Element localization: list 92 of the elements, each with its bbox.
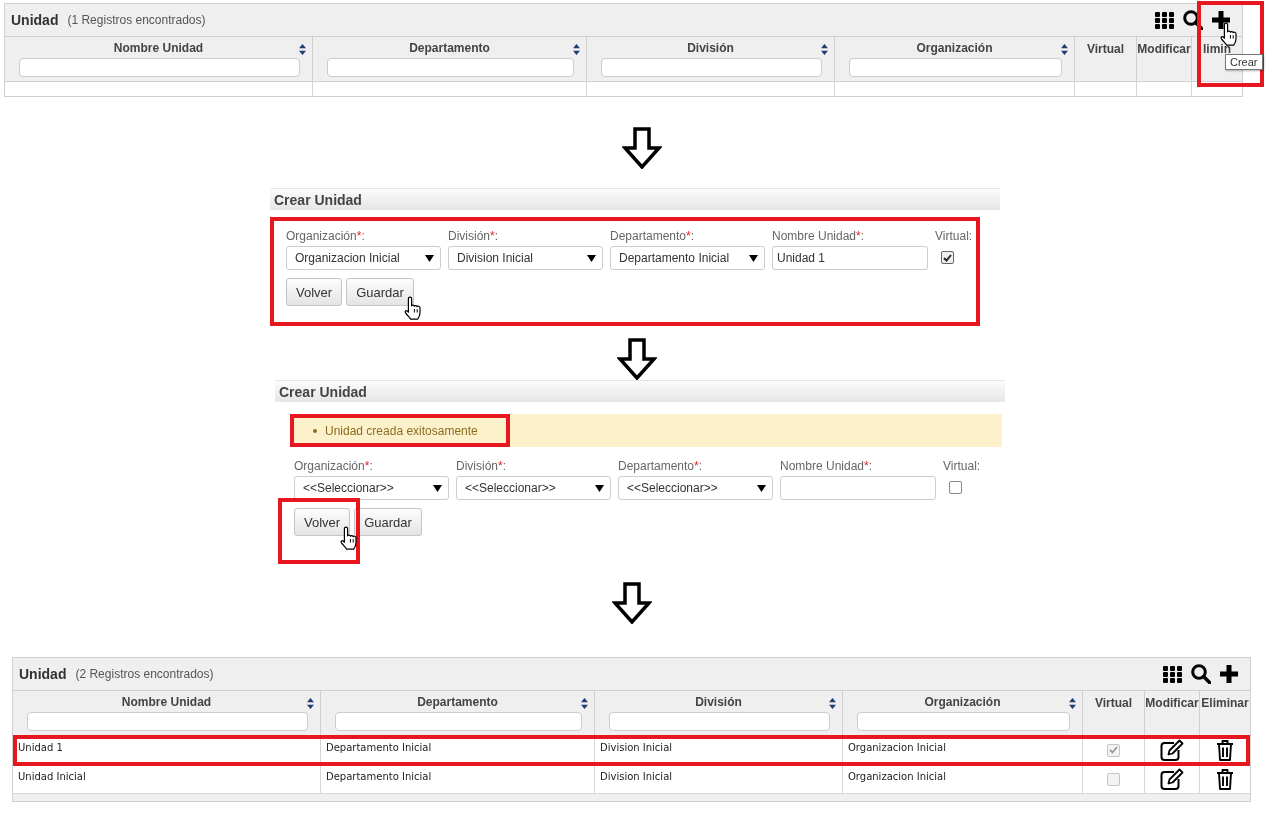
table-cell: Unidad Inicial [13, 765, 321, 793]
field-label: Virtual: [943, 459, 981, 473]
record-count: (1 Registros encontrados) [67, 13, 206, 27]
caret-icon [425, 254, 434, 262]
field-label: Nombre Unidad*: [772, 229, 866, 243]
table-cell: Departamento Inicial [321, 765, 595, 793]
field-label: Departamento*: [610, 229, 696, 243]
column-header[interactable]: Modificar [1145, 696, 1199, 710]
field-label: División*: [456, 459, 508, 473]
checkbox[interactable] [949, 481, 962, 494]
plus-icon[interactable] [1220, 665, 1238, 683]
select-field[interactable]: Departamento Inicial [610, 246, 765, 270]
record-count: (2 Registros encontrados) [75, 667, 214, 681]
table-cell: Organizacion Inicial [843, 765, 1083, 793]
filter-field[interactable] [335, 712, 582, 731]
column-header[interactable]: Virtual [1094, 696, 1133, 710]
sort-icon[interactable] [581, 698, 588, 709]
grid-icon[interactable] [1155, 11, 1174, 29]
sort-icon[interactable] [829, 698, 836, 709]
table-cell: Organizacion Inicial [843, 736, 1083, 764]
sort-icon[interactable] [573, 44, 580, 55]
checkbox[interactable] [1107, 772, 1120, 786]
filter-field[interactable] [327, 58, 574, 77]
filter-field[interactable] [19, 58, 300, 77]
field-label: Departamento*: [618, 459, 704, 473]
trash-icon[interactable] [1216, 768, 1234, 790]
caret-icon [749, 254, 758, 262]
column-header[interactable]: Nombre Unidad [121, 695, 212, 709]
table-cell: Division Inicial [595, 736, 843, 764]
caret-icon [595, 484, 604, 492]
plus-icon[interactable] [1212, 11, 1230, 29]
column-header[interactable]: Modificar [1137, 42, 1191, 56]
column-header[interactable]: Organización [916, 41, 993, 55]
field-label: Organización*: [294, 459, 374, 473]
caret-icon [433, 484, 442, 492]
sort-icon[interactable] [307, 698, 314, 709]
column-header[interactable]: División [687, 41, 734, 55]
sort-icon[interactable] [1061, 44, 1068, 55]
search-icon[interactable] [1183, 10, 1203, 30]
field-label: Virtual: [935, 229, 973, 243]
sort-icon[interactable] [821, 44, 828, 55]
filter-field[interactable] [601, 58, 822, 77]
filter-field[interactable] [857, 712, 1070, 731]
select-field[interactable]: Organizacion Inicial [286, 246, 441, 270]
edit-icon[interactable] [1160, 768, 1184, 790]
form-button[interactable]: Guardar [346, 278, 414, 306]
select-field[interactable]: <<Seleccionar>> [294, 476, 449, 500]
form-button[interactable]: Volver [286, 278, 343, 306]
caret-icon [757, 484, 766, 492]
bullet-icon [313, 428, 317, 433]
field-label: División*: [448, 229, 500, 243]
select-field[interactable]: <<Seleccionar>> [618, 476, 773, 500]
checkbox[interactable] [941, 251, 954, 264]
column-header[interactable]: Departamento [409, 41, 490, 55]
message-text: Unidad creada exitosamente [325, 423, 478, 438]
text-field[interactable]: Unidad 1 [772, 246, 928, 270]
tooltip: Crear [1225, 54, 1263, 70]
form-button[interactable]: Guardar [354, 508, 422, 536]
checkbox[interactable] [1107, 743, 1120, 757]
column-header[interactable]: Nombre Unidad [113, 41, 204, 55]
panel-title: Unidad [11, 12, 59, 28]
field-label: Organización*: [286, 229, 366, 243]
sort-icon[interactable] [299, 44, 306, 55]
section-header: Crear Unidad [275, 380, 1005, 402]
filter-field[interactable] [849, 58, 1062, 77]
caret-icon [587, 254, 596, 262]
down-arrow-icon [612, 582, 652, 624]
select-field[interactable]: Division Inicial [448, 246, 603, 270]
column-header[interactable]: División [695, 695, 742, 709]
search-icon[interactable] [1191, 664, 1211, 684]
trash-icon[interactable] [1215, 739, 1234, 761]
column-header[interactable]: limin [1203, 42, 1231, 56]
select-field[interactable]: <<Seleccionar>> [456, 476, 611, 500]
text-field[interactable] [780, 476, 936, 500]
section-header: Crear Unidad [270, 188, 1000, 210]
form-button[interactable]: Volver [294, 508, 351, 536]
grid-icon[interactable] [1163, 665, 1182, 683]
sort-icon[interactable] [1069, 698, 1076, 709]
edit-icon[interactable] [1160, 739, 1184, 761]
column-header[interactable]: Departamento [417, 695, 498, 709]
column-header[interactable]: Organización [924, 695, 1001, 709]
filter-field[interactable] [27, 712, 308, 731]
column-header[interactable]: Virtual [1086, 42, 1125, 56]
table-cell: Unidad 1 [13, 736, 321, 764]
panel-title: Unidad [19, 666, 67, 682]
down-arrow-icon [617, 338, 657, 380]
table-cell: Division Inicial [595, 765, 843, 793]
table-cell: Departamento Inicial [321, 736, 595, 764]
down-arrow-icon [622, 127, 662, 169]
filter-field[interactable] [609, 712, 830, 731]
column-header[interactable]: Eliminar [1201, 696, 1249, 710]
field-label: Nombre Unidad*: [780, 459, 874, 473]
